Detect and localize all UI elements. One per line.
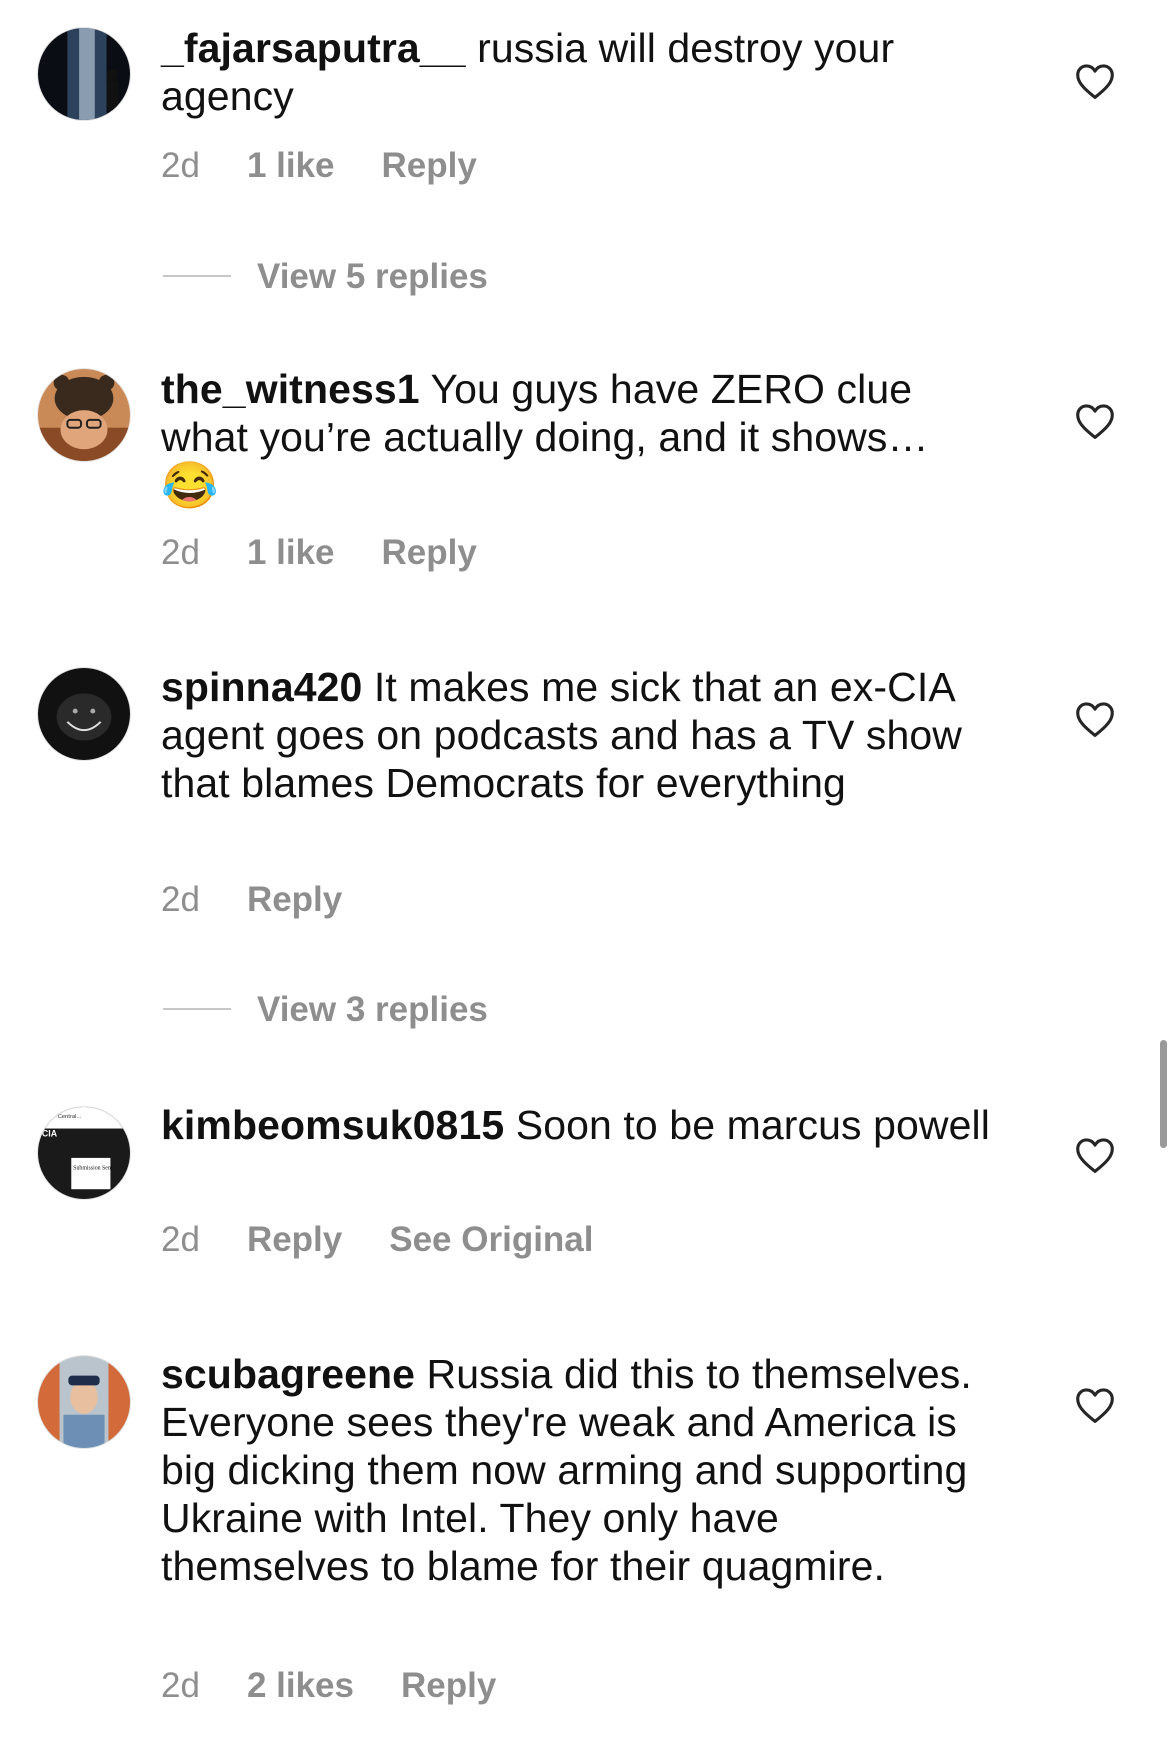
comment-username[interactable]: scubagreene xyxy=(161,1351,415,1397)
comment-time: 2d xyxy=(161,880,200,919)
avatar[interactable] xyxy=(37,1355,131,1449)
avatar[interactable] xyxy=(37,27,131,121)
avatar[interactable] xyxy=(37,368,131,462)
likes-count[interactable]: 1 like xyxy=(247,146,335,185)
reply-button[interactable]: Reply xyxy=(382,146,477,185)
likes-count[interactable]: 1 like xyxy=(247,533,335,572)
comment-text: the_witness1 You guys have ZERO clue wha… xyxy=(161,365,991,511)
scrollbar[interactable] xyxy=(1160,1040,1167,1148)
replies-divider-line xyxy=(163,274,231,277)
replies-divider-line xyxy=(163,1007,231,1010)
comment-time: 2d xyxy=(161,1666,200,1705)
heart-outline-icon[interactable] xyxy=(1074,1386,1116,1424)
view-replies-button[interactable]: View 3 replies xyxy=(163,990,488,1030)
comment-text: kimbeomsuk0815 Soon to be marcus powell xyxy=(161,1101,991,1149)
comment-username[interactable]: kimbeomsuk0815 xyxy=(161,1102,504,1148)
reply-button[interactable]: Reply xyxy=(247,1220,342,1259)
avatar[interactable] xyxy=(37,667,131,761)
reply-button[interactable]: Reply xyxy=(247,880,342,919)
comment-time: 2d xyxy=(161,146,200,185)
comment-meta: 2d 1 like Reply xyxy=(161,146,524,186)
laughing-emoji: 😂 xyxy=(161,459,219,511)
avatar-cia-label: CIA xyxy=(42,1128,58,1138)
comment-username[interactable]: the_witness1 xyxy=(161,366,420,412)
comment-username[interactable]: spinna420 xyxy=(161,664,362,710)
view-replies-button[interactable]: View 5 replies xyxy=(163,257,488,297)
comment-meta: 2d 2 likes Reply xyxy=(161,1666,543,1706)
reply-button[interactable]: Reply xyxy=(382,533,477,572)
comment-username[interactable]: _fajarsaputra__ xyxy=(161,25,466,71)
comment-time: 2d xyxy=(161,1220,200,1259)
avatar[interactable]: Central... CIA Submission Sent xyxy=(37,1106,131,1200)
comment-text: scubagreene Russia did this to themselve… xyxy=(161,1350,991,1590)
heart-outline-icon[interactable] xyxy=(1074,700,1116,738)
comment-meta: 2d Reply xyxy=(161,880,389,920)
comment-body: Soon to be marcus powell xyxy=(504,1102,990,1148)
reply-button[interactable]: Reply xyxy=(401,1666,496,1705)
comment-text: spinna420 It makes me sick that an ex-CI… xyxy=(161,663,991,807)
avatar-submission-text: Submission Sent xyxy=(73,1166,113,1172)
heart-outline-icon[interactable] xyxy=(1074,62,1116,100)
heart-outline-icon[interactable] xyxy=(1074,402,1116,440)
see-original-button[interactable]: See Original xyxy=(389,1220,593,1259)
heart-outline-icon[interactable] xyxy=(1074,1136,1116,1174)
comment-text: _fajarsaputra__ russia will destroy your… xyxy=(161,24,991,120)
view-replies-label[interactable]: View 5 replies xyxy=(257,257,488,296)
view-replies-label[interactable]: View 3 replies xyxy=(257,990,488,1029)
comment-meta: 2d Reply See Original xyxy=(161,1220,641,1260)
comment-meta: 2d 1 like Reply xyxy=(161,533,524,573)
avatar-header-text: Central... xyxy=(58,1114,82,1120)
comment-time: 2d xyxy=(161,533,200,572)
likes-count[interactable]: 2 likes xyxy=(247,1666,354,1705)
